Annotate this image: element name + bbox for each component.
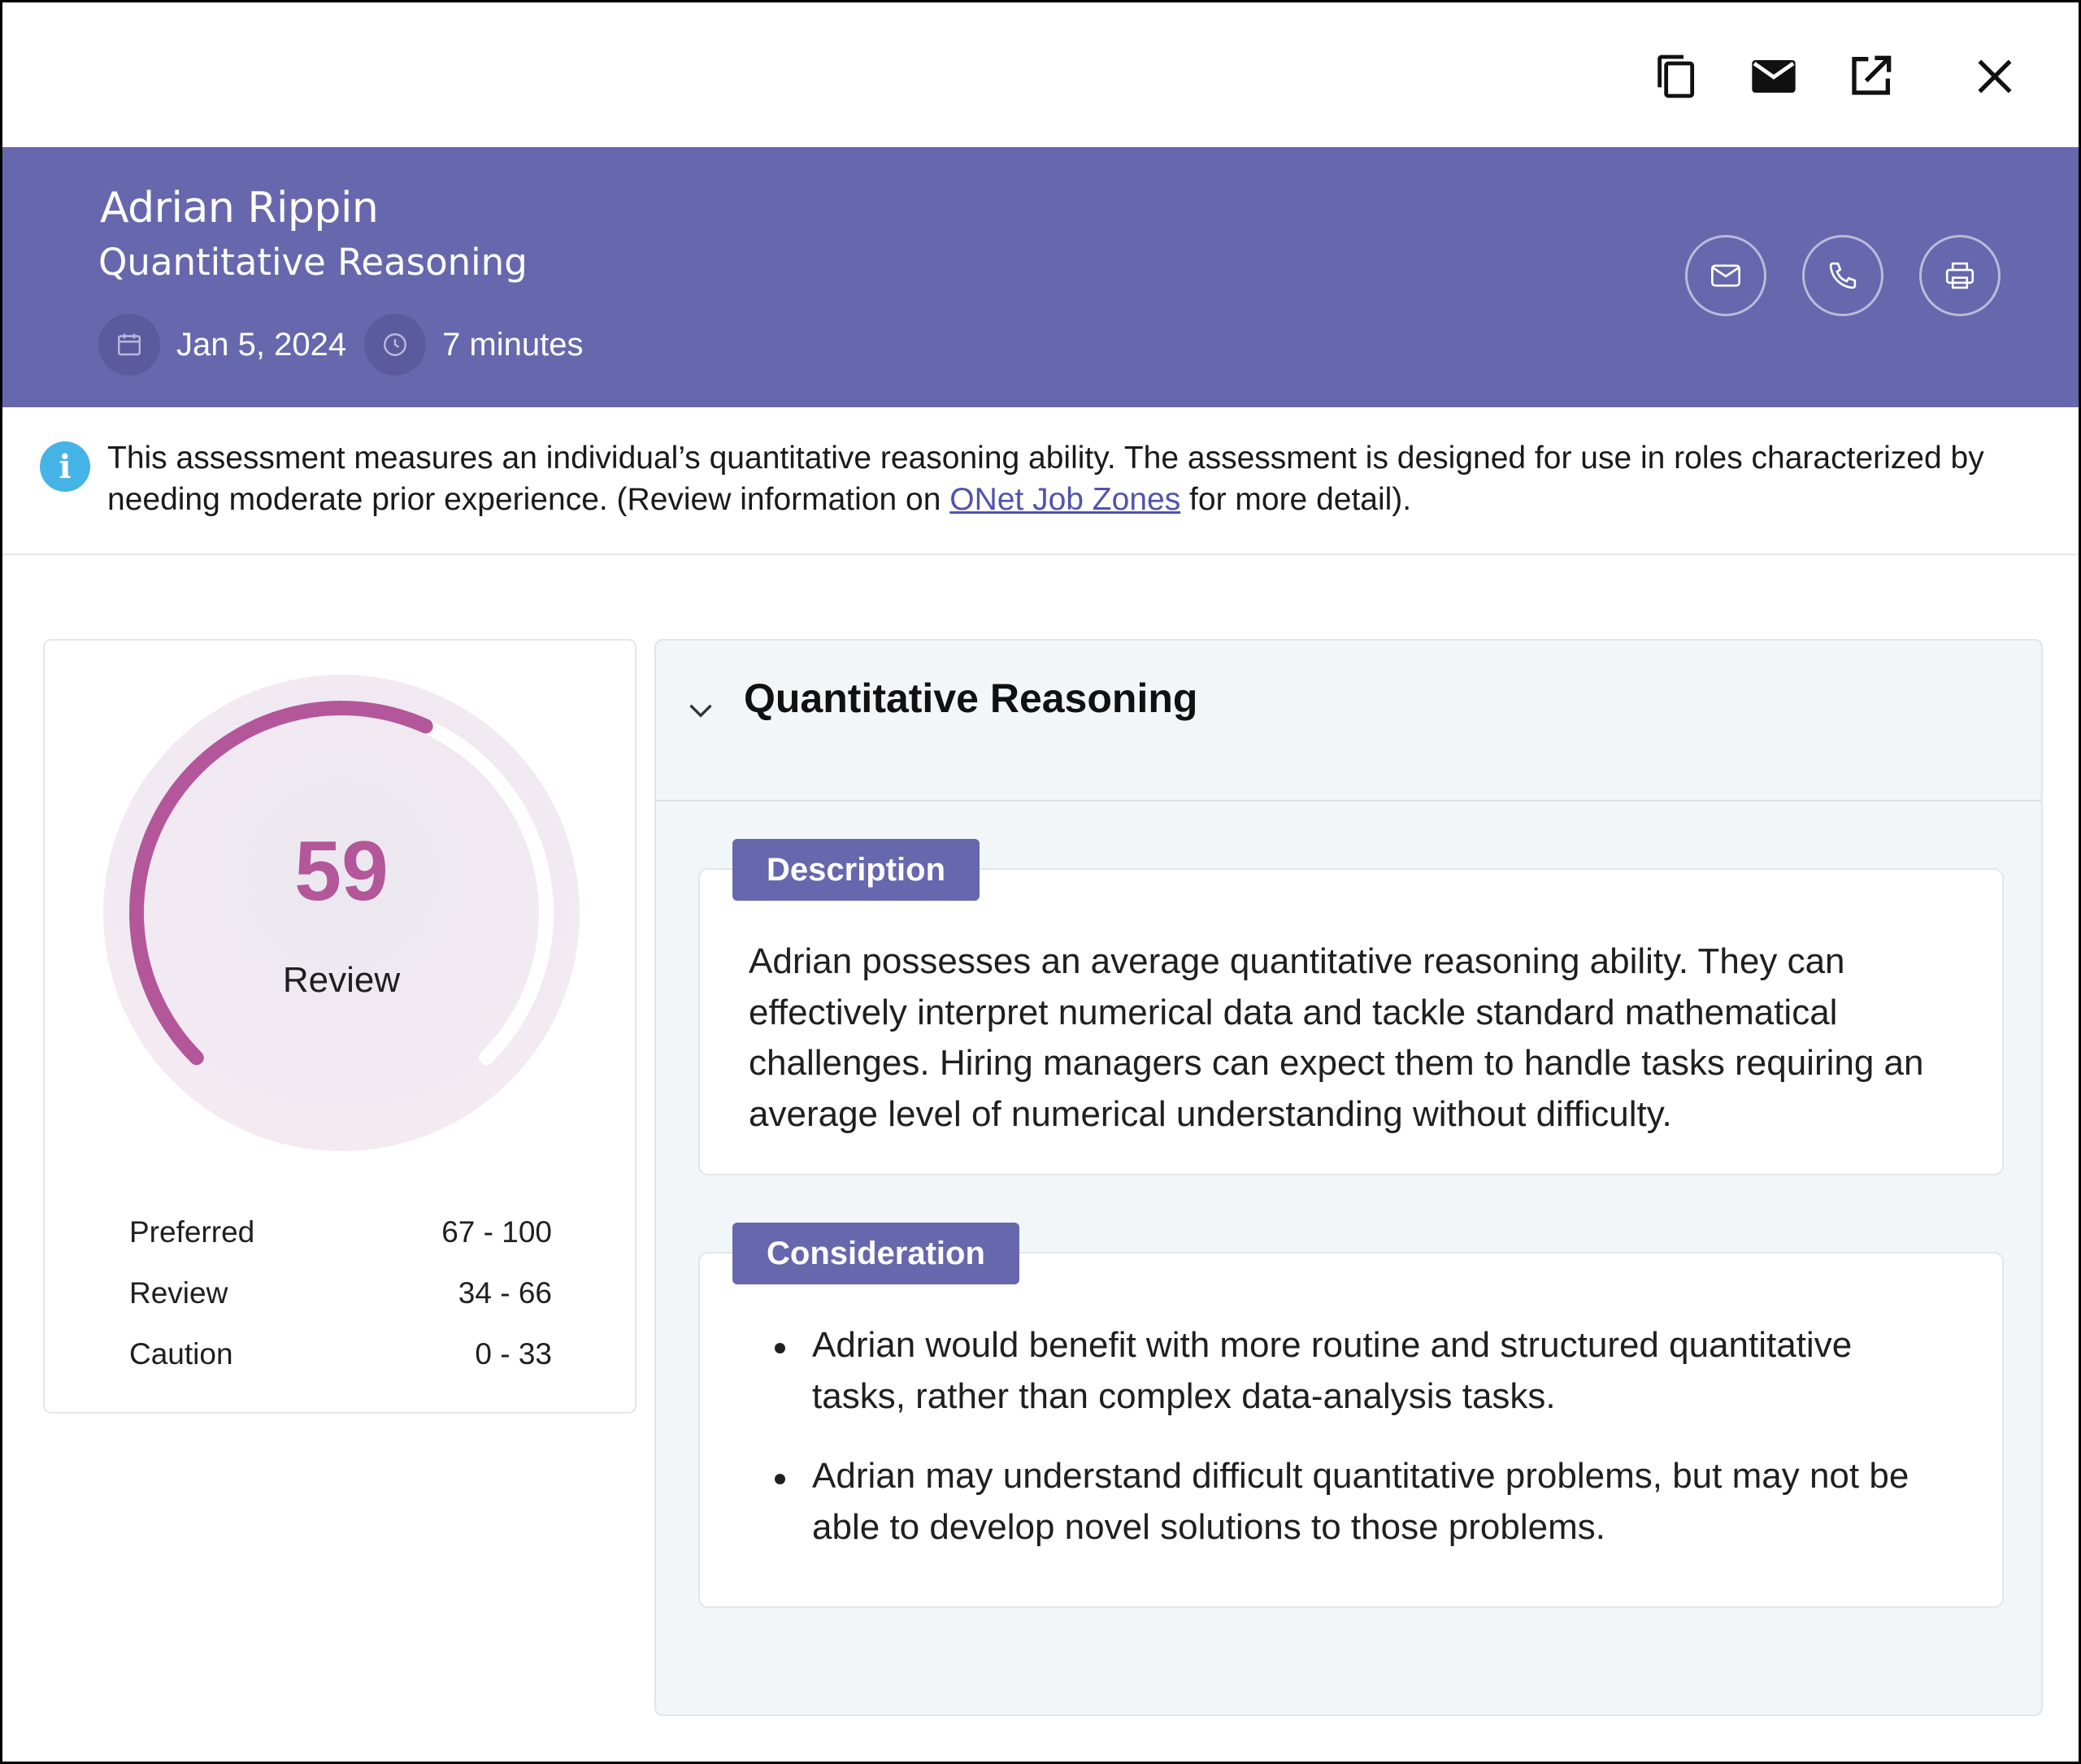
assessment-name: Quantitative Reasoning [98, 241, 528, 284]
print-button[interactable] [1919, 235, 2001, 316]
assessment-meta: Jan 5, 2024 7 minutes [98, 314, 601, 376]
range-row-caution: Caution 0 - 33 [129, 1323, 552, 1384]
calendar-icon [98, 314, 160, 376]
range-value: 0 - 33 [475, 1337, 552, 1371]
modal-toolbar [2, 2, 2079, 147]
candidate-header: Adrian Rippin Quantitative Reasoning Jan… [2, 147, 2079, 407]
assessment-date: Jan 5, 2024 [176, 326, 347, 363]
email-candidate-button[interactable] [1685, 235, 1766, 316]
candidate-name: Adrian Rippin [100, 184, 379, 232]
mail-icon [1752, 60, 1796, 93]
onet-job-zones-link[interactable]: ONet Job Zones [949, 482, 1180, 517]
consideration-item: Adrian may understand difficult quantita… [749, 1451, 1937, 1553]
call-candidate-button[interactable] [1802, 235, 1883, 316]
range-label: Caution [129, 1337, 233, 1371]
description-tag: Description [732, 839, 980, 901]
consideration-list: Adrian would benefit with more routine a… [749, 1320, 1937, 1582]
score-ranges: Preferred 67 - 100 Review 34 - 66 Cautio… [129, 1201, 552, 1384]
info-icon: i [40, 441, 90, 492]
range-row-review: Review 34 - 66 [129, 1262, 552, 1323]
clock-icon [364, 314, 427, 376]
assessment-info-banner: i This assessment measures an individual… [2, 407, 2079, 555]
info-text: This assessment measures an individual’s… [107, 437, 2058, 520]
score-value: 59 [294, 824, 389, 919]
score-band-label: Review [282, 960, 401, 1000]
open-external-button[interactable] [1841, 47, 1900, 106]
email-button[interactable] [1744, 47, 1803, 106]
open-external-icon [1852, 55, 1892, 95]
detail-panel-header[interactable]: Quantitative Reasoning [656, 641, 2041, 802]
score-card: 59 Review Preferred 67 - 100 Review 34 -… [43, 639, 636, 1414]
info-text-end: for more detail). [1180, 482, 1412, 517]
consideration-item: Adrian would benefit with more routine a… [749, 1320, 1937, 1422]
range-row-preferred: Preferred 67 - 100 [129, 1201, 552, 1262]
chevron-down-icon[interactable] [680, 689, 721, 730]
printer-icon [1945, 262, 1975, 289]
phone-icon [1829, 262, 1857, 289]
range-label: Preferred [129, 1215, 255, 1249]
envelope-icon [1711, 264, 1740, 287]
description-text: Adrian possesses an average quantitative… [749, 941, 1924, 1134]
copy-icon [1657, 54, 1695, 98]
detail-title: Quantitative Reasoning [744, 676, 1198, 721]
consideration-section: Consideration Adrian would benefit with … [698, 1223, 2004, 1608]
range-value: 34 - 66 [458, 1276, 552, 1310]
range-label: Review [129, 1276, 228, 1310]
description-section: Description Adrian possesses an average … [698, 839, 2004, 1175]
range-value: 67 - 100 [441, 1215, 552, 1249]
contact-actions [1685, 235, 2001, 316]
detail-panel: Quantitative Reasoning Description Adria… [654, 639, 2043, 1716]
assessment-duration: 7 minutes [442, 326, 584, 363]
assessment-modal: Adrian Rippin Quantitative Reasoning Jan… [0, 0, 2081, 1764]
consideration-tag: Consideration [732, 1223, 1019, 1284]
close-button[interactable] [1966, 47, 2024, 106]
copy-button[interactable] [1648, 47, 1706, 106]
close-icon [1978, 59, 2012, 93]
